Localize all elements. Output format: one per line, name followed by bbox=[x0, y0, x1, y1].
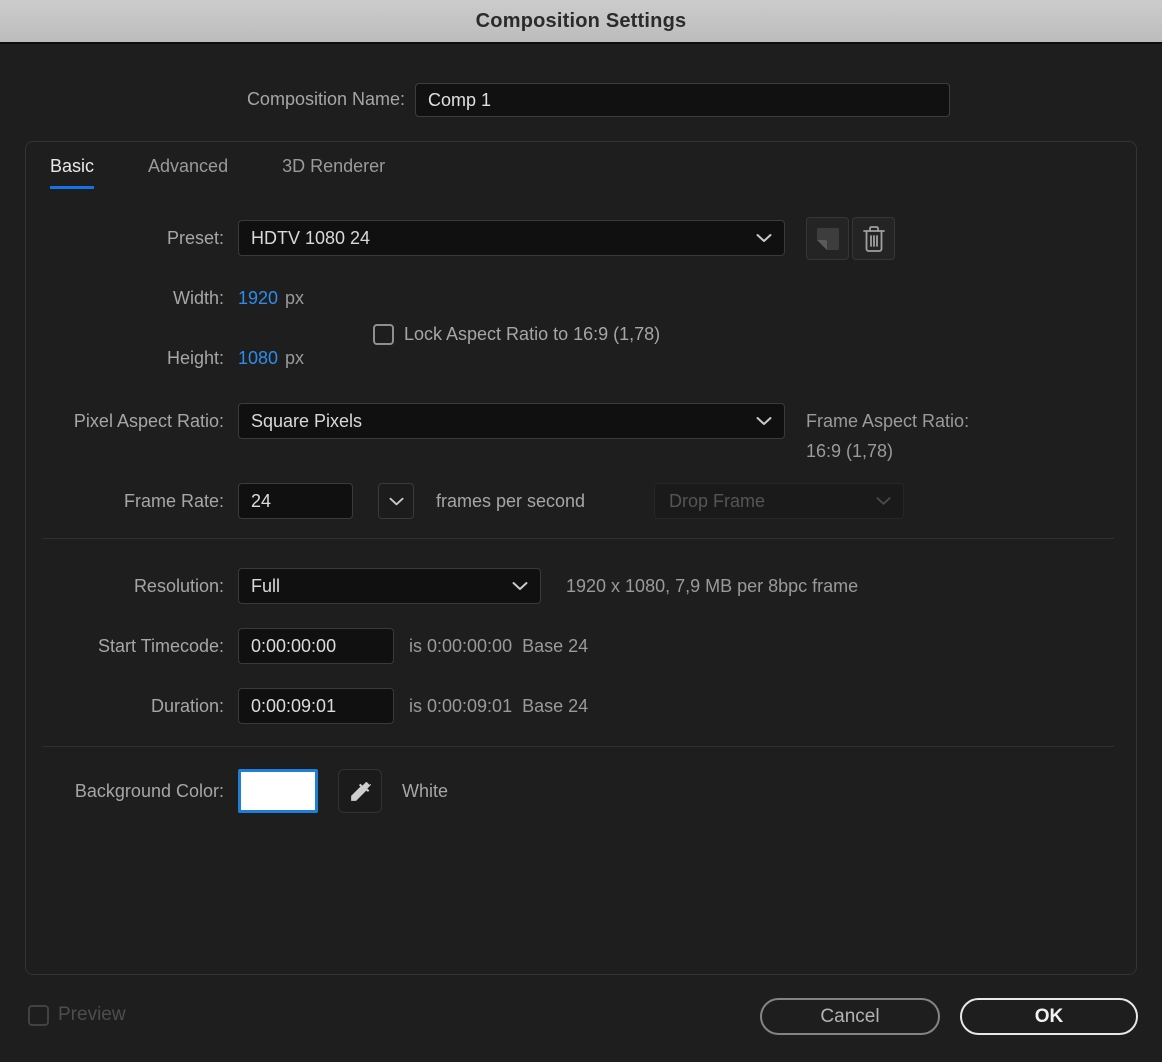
preview-checkbox[interactable] bbox=[28, 1005, 49, 1026]
duration-row: Duration: is 0:00:09:01 Base 24 bbox=[26, 688, 588, 724]
delete-preset-button[interactable] bbox=[852, 217, 895, 260]
preset-label: Preset: bbox=[26, 228, 238, 249]
background-color-swatch[interactable] bbox=[238, 769, 318, 813]
lock-aspect-checkbox[interactable] bbox=[373, 324, 394, 345]
height-row: Height: 1080 px bbox=[26, 348, 304, 369]
background-color-name: White bbox=[402, 781, 448, 802]
lock-aspect-row: Lock Aspect Ratio to 16:9 (1,78) bbox=[373, 324, 660, 345]
width-value[interactable]: 1920 bbox=[238, 288, 278, 309]
tab-3d-renderer[interactable]: 3D Renderer bbox=[282, 156, 385, 189]
start-timecode-label: Start Timecode: bbox=[26, 636, 238, 657]
preset-actions bbox=[806, 217, 895, 260]
save-preset-button[interactable] bbox=[806, 217, 849, 260]
preset-row: Preset: HDTV 1080 24 bbox=[26, 220, 785, 256]
background-color-label: Background Color: bbox=[26, 781, 238, 802]
timecode-style-value: Drop Frame bbox=[669, 491, 765, 512]
start-timecode-info: is 0:00:00:00 Base 24 bbox=[409, 636, 588, 657]
chevron-down-icon bbox=[389, 497, 404, 506]
delete-preset-icon bbox=[861, 225, 887, 253]
frames-per-second-label: frames per second bbox=[436, 491, 585, 512]
resolution-label: Resolution: bbox=[26, 576, 238, 597]
frame-aspect-ratio-value: 16:9 (1,78) bbox=[806, 436, 969, 466]
start-timecode-input[interactable] bbox=[238, 628, 394, 664]
cancel-button[interactable]: Cancel bbox=[760, 998, 940, 1035]
eyedropper-button[interactable] bbox=[338, 769, 382, 813]
background-color-row: Background Color: White bbox=[26, 769, 448, 813]
preset-select[interactable]: HDTV 1080 24 bbox=[238, 220, 785, 256]
pixel-aspect-ratio-row: Pixel Aspect Ratio: Square Pixels bbox=[26, 403, 785, 439]
width-unit: px bbox=[285, 288, 304, 309]
pixel-aspect-ratio-value: Square Pixels bbox=[251, 411, 362, 432]
start-timecode-row: Start Timecode: is 0:00:00:00 Base 24 bbox=[26, 628, 588, 664]
chevron-down-icon bbox=[756, 234, 772, 243]
height-label: Height: bbox=[26, 348, 238, 369]
dialog-title-bar[interactable]: Composition Settings bbox=[0, 0, 1162, 44]
section-divider bbox=[43, 746, 1114, 747]
frame-rate-row: Frame Rate: frames per second bbox=[26, 483, 585, 519]
ok-button[interactable]: OK bbox=[960, 998, 1138, 1035]
eyedropper-icon bbox=[348, 779, 373, 804]
preview-label: Preview bbox=[58, 1004, 126, 1026]
height-unit: px bbox=[285, 348, 304, 369]
resolution-select[interactable]: Full bbox=[238, 568, 541, 604]
preview-row: Preview bbox=[28, 1004, 126, 1026]
frame-rate-dropdown-button[interactable] bbox=[378, 483, 414, 519]
composition-name-input[interactable] bbox=[415, 83, 950, 117]
duration-input[interactable] bbox=[238, 688, 394, 724]
chevron-down-icon bbox=[756, 417, 772, 426]
section-divider bbox=[43, 538, 1114, 539]
frame-rate-input[interactable] bbox=[238, 483, 353, 519]
dialog-title: Composition Settings bbox=[476, 10, 687, 33]
pixel-aspect-ratio-label: Pixel Aspect Ratio: bbox=[26, 411, 238, 432]
height-value[interactable]: 1080 bbox=[238, 348, 278, 369]
resolution-value: Full bbox=[251, 576, 280, 597]
resolution-row: Resolution: Full 1920 x 1080, 7,9 MB per… bbox=[26, 568, 858, 604]
chevron-down-icon bbox=[876, 497, 891, 506]
chevron-down-icon bbox=[512, 582, 528, 591]
lock-aspect-label: Lock Aspect Ratio to 16:9 (1,78) bbox=[404, 324, 660, 345]
tab-basic[interactable]: Basic bbox=[50, 156, 94, 189]
frame-aspect-ratio-label: Frame Aspect Ratio: bbox=[806, 406, 969, 436]
frame-rate-label: Frame Rate: bbox=[26, 491, 238, 512]
resolution-info: 1920 x 1080, 7,9 MB per 8bpc frame bbox=[566, 576, 858, 597]
tab-bar: Basic Advanced 3D Renderer bbox=[50, 156, 385, 189]
frame-aspect-ratio: Frame Aspect Ratio: 16:9 (1,78) bbox=[806, 406, 969, 466]
pixel-aspect-ratio-select[interactable]: Square Pixels bbox=[238, 403, 785, 439]
timecode-style-select-disabled: Drop Frame bbox=[654, 483, 904, 519]
duration-label: Duration: bbox=[26, 696, 238, 717]
composition-name-label: Composition Name: bbox=[0, 89, 405, 110]
preset-value: HDTV 1080 24 bbox=[251, 228, 370, 249]
width-label: Width: bbox=[26, 288, 238, 309]
save-preset-icon bbox=[815, 226, 841, 252]
width-row: Width: 1920 px bbox=[26, 288, 304, 309]
tab-advanced[interactable]: Advanced bbox=[148, 156, 228, 189]
settings-panel: Basic Advanced 3D Renderer Preset: HDTV … bbox=[25, 141, 1137, 975]
duration-info: is 0:00:09:01 Base 24 bbox=[409, 696, 588, 717]
